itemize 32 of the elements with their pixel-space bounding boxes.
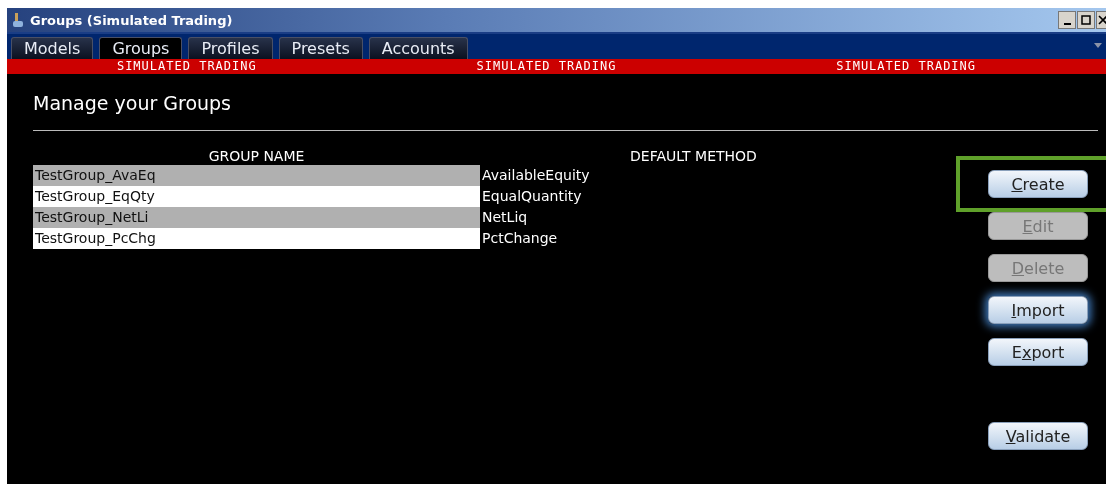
maximize-button[interactable] — [1077, 11, 1095, 29]
table-cell: TestGroup_NetLi — [33, 207, 480, 228]
button[interactable]: Validate — [988, 422, 1088, 450]
button[interactable]: Import — [988, 296, 1088, 324]
tab[interactable]: Accounts — [368, 37, 468, 59]
button[interactable]: Create — [988, 170, 1088, 198]
tab[interactable]: Groups — [99, 37, 183, 59]
close-icon — [1098, 15, 1106, 25]
button[interactable]: Export — [988, 338, 1088, 366]
tab[interactable]: Models — [11, 37, 94, 59]
minimize-icon — [1063, 22, 1071, 25]
table-cell: TestGroup_AvaEq — [33, 165, 480, 186]
table-cell: TestGroup_PcChg — [33, 228, 480, 249]
column-header: DEFAULT METHOD — [629, 147, 758, 165]
column-header: GROUP NAME — [207, 147, 306, 165]
page-heading: Manage your Groups — [33, 92, 232, 114]
table-cell: TestGroup_EqQty — [33, 186, 480, 207]
window-title: Groups (Simulated Trading) — [30, 12, 234, 28]
banner-text: SIMULATED TRADING — [476, 59, 617, 74]
banner-text: SIMULATED TRADING — [116, 59, 257, 74]
banner-text: SIMULATED TRADING — [836, 59, 977, 74]
tab[interactable]: Profiles — [188, 37, 273, 59]
app-icon — [11, 12, 25, 28]
dropdown-arrow-icon[interactable] — [1094, 43, 1102, 49]
minimize-button[interactable] — [1058, 11, 1076, 29]
table-cell-text: AvailableEquity — [481, 166, 591, 185]
table-cell-text: PctChange — [481, 229, 559, 248]
close-button[interactable] — [1096, 11, 1106, 29]
maximize-icon — [1081, 15, 1091, 25]
table-cell-text: EqualQuantity — [481, 187, 583, 206]
table-cell-text: NetLiq — [481, 208, 529, 227]
tab[interactable]: Presets — [278, 37, 363, 59]
